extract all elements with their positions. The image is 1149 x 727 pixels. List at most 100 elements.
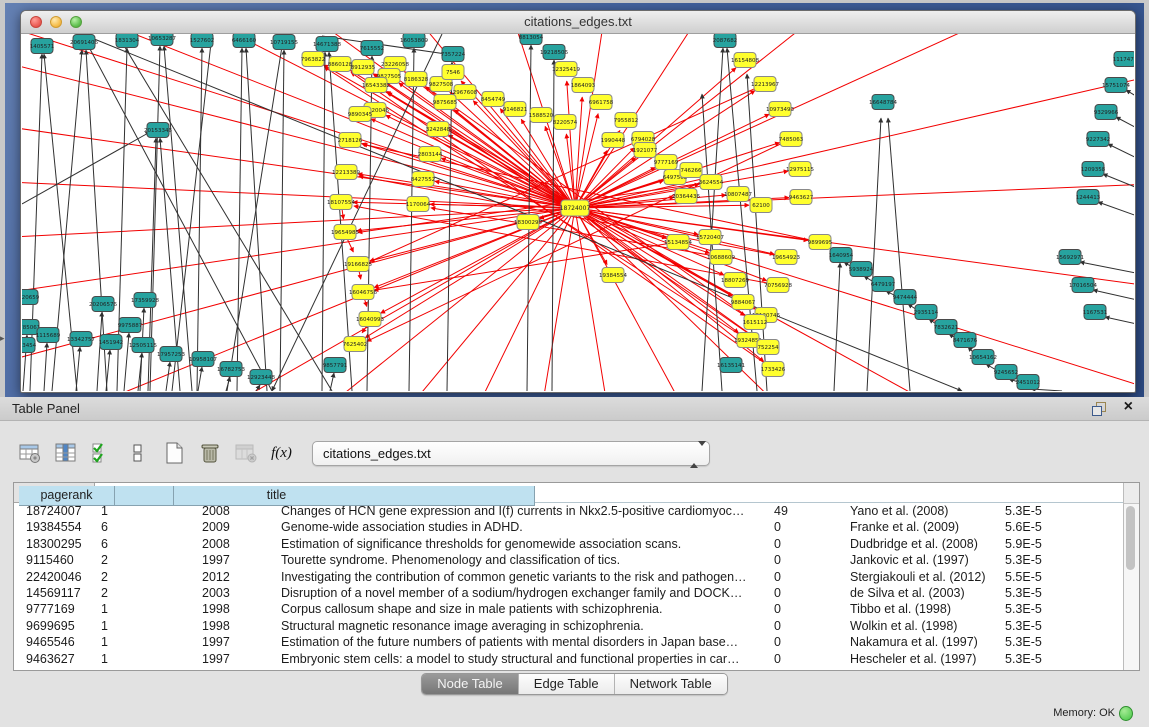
graph-node[interactable]: 18300295 bbox=[514, 215, 542, 230]
graph-node[interactable]: 10973493 bbox=[766, 102, 794, 117]
graph-node[interactable]: 7832621 bbox=[934, 320, 959, 335]
delete-table-icon[interactable] bbox=[196, 440, 223, 467]
graph-node[interactable]: 3913454 bbox=[22, 338, 37, 353]
graph-node[interactable]: 9884067 bbox=[731, 295, 756, 310]
table-row[interactable]: 1938455462009Genome-wide association stu… bbox=[14, 519, 1139, 535]
graph-node[interactable]: 7625402 bbox=[343, 337, 368, 352]
graph-node[interactable]: 2718126 bbox=[338, 133, 363, 148]
clear-table-icon[interactable] bbox=[232, 440, 259, 467]
graph-node[interactable]: 20206576 bbox=[89, 297, 117, 312]
graph-node[interactable]: 6466160 bbox=[232, 34, 257, 48]
graph-node[interactable]: 10958107 bbox=[189, 352, 217, 367]
tab-node-table[interactable]: Node Table bbox=[422, 674, 519, 694]
graph-node[interactable]: 70756928 bbox=[764, 278, 792, 293]
graph-node[interactable]: 9890345 bbox=[348, 107, 373, 122]
select-columns-icon[interactable] bbox=[88, 440, 115, 467]
graph-node[interactable]: 62100 bbox=[750, 198, 772, 213]
tab-network-table[interactable]: Network Table bbox=[615, 674, 727, 694]
graph-node[interactable]: 1588520 bbox=[529, 108, 554, 123]
graph-node[interactable]: 8860128 bbox=[328, 57, 353, 72]
graph-node[interactable]: 7485063 bbox=[779, 132, 804, 147]
graph-node[interactable]: 8427552 bbox=[411, 172, 436, 187]
table-row[interactable]: 1830029562008Estimation of significance … bbox=[14, 536, 1139, 552]
graph-node[interactable]: 16053809 bbox=[400, 34, 428, 48]
graph-node[interactable]: 746266 bbox=[680, 163, 702, 178]
graph-node[interactable]: 1831304 bbox=[115, 34, 140, 48]
graph-node[interactable]: 16135141 bbox=[717, 358, 745, 373]
graph-node[interactable]: 1615112 bbox=[743, 315, 768, 330]
graph-node[interactable]: 8471676 bbox=[953, 333, 978, 348]
vertical-scrollbar[interactable] bbox=[1123, 483, 1139, 670]
graph-node[interactable]: 20691406 bbox=[70, 35, 98, 50]
graph-node[interactable]: 2967608 bbox=[453, 85, 478, 100]
row-height-icon[interactable] bbox=[124, 440, 151, 467]
graph-node[interactable]: 1167531 bbox=[1083, 305, 1108, 320]
graph-node[interactable]: 1405571 bbox=[30, 39, 55, 54]
graph-node[interactable]: 9875685 bbox=[433, 95, 458, 110]
graph-node[interactable]: 10719155 bbox=[270, 35, 298, 50]
graph-node[interactable]: 12213967 bbox=[751, 77, 779, 92]
graph-node[interactable]: 1117473 bbox=[1113, 52, 1134, 67]
graph-node[interactable]: 20153346 bbox=[144, 123, 172, 138]
graph-node[interactable]: 17957253 bbox=[157, 347, 185, 362]
graph-node[interactable]: 2803144 bbox=[418, 147, 443, 162]
graph-node[interactable]: 7963822 bbox=[301, 52, 326, 67]
graph-node[interactable]: 16040993 bbox=[356, 312, 384, 327]
graph-node[interactable]: 18807269 bbox=[721, 273, 749, 288]
graph-node[interactable]: 18107554 bbox=[327, 195, 355, 210]
graph-node[interactable]: 14671388 bbox=[313, 37, 341, 52]
graph-node[interactable]: 7357224 bbox=[441, 47, 466, 62]
graph-node[interactable]: 15692971 bbox=[1056, 250, 1084, 265]
graph-node[interactable]: 9463627 bbox=[789, 190, 814, 205]
table-row[interactable]: 946362711997Embryonic stem cells: a mode… bbox=[14, 651, 1139, 667]
graph-node[interactable]: 9975887 bbox=[118, 318, 143, 333]
graph-node[interactable]: 10654162 bbox=[969, 350, 997, 365]
graph-node[interactable]: 1640954 bbox=[829, 248, 854, 263]
graph-node[interactable]: 1170064 bbox=[406, 197, 431, 212]
graph-node[interactable]: 2451012 bbox=[1016, 375, 1041, 390]
graph-node[interactable]: 10688609 bbox=[707, 250, 735, 265]
graph-node[interactable]: 1527602 bbox=[190, 34, 215, 48]
table-row[interactable]: 1456911722003Disruption of a novel membe… bbox=[14, 585, 1139, 601]
table-row[interactable]: 977716911998Corpus callosum shape and si… bbox=[14, 601, 1139, 617]
graph-node[interactable]: 1451942 bbox=[99, 335, 124, 350]
create-table-icon[interactable] bbox=[160, 440, 187, 467]
graph-node[interactable]: 16543382 bbox=[362, 78, 390, 93]
graph-node[interactable]: 9245652 bbox=[994, 365, 1019, 380]
graph-node[interactable]: 1115689 bbox=[36, 328, 61, 343]
graph-node[interactable]: 9227342 bbox=[1086, 132, 1111, 147]
table-row[interactable]: 969969511998Structural magnetic resonanc… bbox=[14, 618, 1139, 634]
graph-node[interactable]: 16046756 bbox=[349, 285, 377, 300]
table-row[interactable]: 946554611997Estimation of the future num… bbox=[14, 634, 1139, 650]
graph-node[interactable]: 12505115 bbox=[129, 338, 157, 353]
graph-node[interactable]: 15134854 bbox=[664, 235, 692, 250]
graph-node[interactable]: 15751074 bbox=[1102, 78, 1130, 93]
graph-node[interactable]: 8186328 bbox=[404, 72, 429, 87]
graph-node[interactable]: 15720407 bbox=[696, 230, 724, 245]
graph-node[interactable]: 1733426 bbox=[761, 362, 786, 377]
close-panel-icon[interactable]: × bbox=[1124, 398, 1133, 416]
graph-node[interactable]: 10653287 bbox=[148, 34, 176, 46]
graph-node[interactable]: 9146821 bbox=[503, 102, 528, 117]
graph-node[interactable]: 19218506 bbox=[540, 45, 568, 60]
graph-node[interactable]: 9329966 bbox=[1094, 105, 1119, 120]
tab-edge-table[interactable]: Edge Table bbox=[519, 674, 615, 694]
graph-node[interactable]: 9899695 bbox=[808, 235, 833, 250]
scrollbar-thumb[interactable] bbox=[1126, 506, 1135, 570]
graph-node[interactable]: 1921077 bbox=[633, 143, 658, 158]
graph-node[interactable]: 12213389 bbox=[332, 165, 360, 180]
graph-node[interactable]: 6961758 bbox=[589, 95, 614, 110]
graph-node[interactable]: 12975115 bbox=[786, 162, 814, 177]
table-selector-dropdown[interactable]: citations_edges.txt bbox=[312, 441, 710, 466]
graph-node[interactable]: 19384554 bbox=[599, 268, 627, 283]
network-graph-canvas[interactable]: 1405571 20691406 1831304 10653287 1527602 646… bbox=[22, 34, 1134, 391]
column-header-pagerank[interactable]: pagerank bbox=[19, 486, 115, 506]
graph-node[interactable]: 1990448 bbox=[601, 133, 626, 148]
graph-node[interactable]: 3242848 bbox=[426, 122, 451, 137]
float-panel-icon[interactable] bbox=[1092, 402, 1105, 415]
graph-node[interactable]: 7615552 bbox=[360, 41, 385, 56]
graph-node[interactable]: 16648784 bbox=[869, 95, 897, 110]
graph-node[interactable]: 2087682 bbox=[713, 34, 738, 48]
graph-node[interactable]: 5938924 bbox=[849, 262, 874, 277]
show-columns-icon[interactable] bbox=[52, 440, 79, 467]
